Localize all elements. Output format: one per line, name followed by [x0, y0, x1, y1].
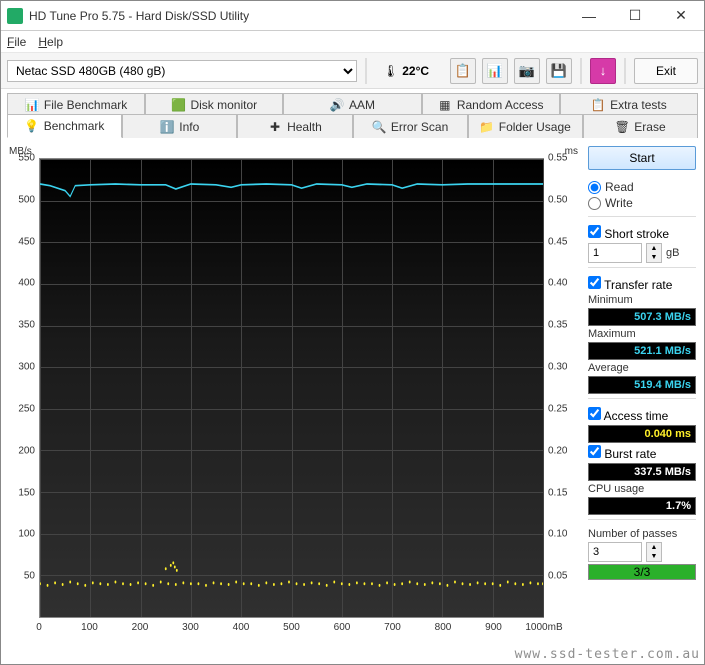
start-button[interactable]: Start: [588, 146, 696, 170]
copy-button[interactable]: 📋: [450, 58, 476, 84]
erase-icon: 🗑: [615, 120, 629, 134]
benchmark-chart: MB/s ms 50100150200250300350400450500550…: [9, 146, 578, 636]
exit-button[interactable]: Exit: [634, 58, 698, 84]
error-scan-icon: 🔍: [372, 120, 386, 134]
plot-area: [39, 158, 544, 618]
info-icon: ℹ️: [160, 120, 174, 134]
maximize-button[interactable]: ☐: [612, 1, 658, 31]
screenshot-button[interactable]: 📷: [514, 58, 540, 84]
passes-stepper[interactable]: ▲▼: [646, 542, 662, 562]
chart-column: MB/s ms 50100150200250300350400450500550…: [9, 146, 578, 636]
minimize-button[interactable]: —: [566, 1, 612, 31]
tab-erase[interactable]: 🗑Erase: [583, 114, 698, 138]
min-label: Minimum: [588, 294, 696, 306]
access-value: 0.040 ms: [588, 425, 696, 443]
tab-benchmark[interactable]: 💡Benchmark: [7, 114, 122, 138]
random-access-icon: ▦: [438, 98, 452, 112]
short-stroke-stepper[interactable]: ▲▼: [646, 243, 662, 263]
extra-tests-icon: 📋: [591, 98, 605, 112]
toolbar-separator: [580, 58, 582, 84]
read-radio[interactable]: Read: [588, 180, 696, 194]
burst-rate-check[interactable]: Burst rate: [588, 445, 696, 461]
menu-bar: File Help: [1, 31, 704, 53]
file-benchmark-icon: 📊: [25, 98, 39, 112]
tab-health[interactable]: ✚Health: [237, 114, 352, 138]
y-axis-right: 0.050.100.150.200.250.300.350.400.450.50…: [546, 158, 578, 618]
avg-label: Average: [588, 362, 696, 374]
tab-content: MB/s ms 50100150200250300350400450500550…: [1, 138, 704, 644]
burst-value: 337.5 MB/s: [588, 463, 696, 481]
window-title: HD Tune Pro 5.75 - Hard Disk/SSD Utility: [29, 9, 566, 23]
tab-random-access[interactable]: ▦Random Access: [422, 93, 560, 115]
passes-progress: 3/3: [588, 564, 696, 580]
menu-help[interactable]: Help: [38, 35, 63, 49]
passes-label: Number of passes: [588, 528, 696, 540]
drive-select[interactable]: Netac SSD 480GB (480 gB): [7, 60, 357, 82]
tab-file-benchmark[interactable]: 📊File Benchmark: [7, 93, 145, 115]
thermometer-icon: 🌡: [383, 64, 398, 78]
tab-folder-usage[interactable]: 📁Folder Usage: [468, 114, 583, 138]
tab-extra-tests[interactable]: 📋Extra tests: [560, 93, 698, 115]
disk-monitor-icon: 🟩: [171, 98, 185, 112]
transfer-rate-check[interactable]: Transfer rate: [588, 276, 696, 292]
aam-icon: 🔊: [330, 98, 344, 112]
avg-value: 519.4 MB/s: [588, 376, 696, 394]
side-panel: Start Read Write Short stroke ▲▼ gB Tran…: [588, 146, 696, 636]
short-stroke-check[interactable]: Short stroke: [588, 225, 696, 241]
cpu-label: CPU usage: [588, 483, 696, 495]
max-label: Maximum: [588, 328, 696, 340]
min-value: 507.3 MB/s: [588, 308, 696, 326]
tab-aam[interactable]: 🔊AAM: [283, 93, 421, 115]
temperature-display: 🌡 22°C: [383, 64, 429, 78]
max-value: 521.1 MB/s: [588, 342, 696, 360]
write-radio[interactable]: Write: [588, 196, 696, 210]
tabs: 📊File Benchmark🟩Disk monitor🔊AAM▦Random …: [1, 89, 704, 138]
menu-file[interactable]: File: [7, 35, 26, 49]
toolbar: Netac SSD 480GB (480 gB) 🌡 22°C 📋 📊 📷 💾 …: [1, 53, 704, 89]
temperature-value: 22°C: [402, 64, 429, 78]
health-icon: ✚: [268, 120, 282, 134]
access-time-check[interactable]: Access time: [588, 407, 696, 423]
toolbar-separator: [365, 58, 367, 84]
folder-usage-icon: 📁: [480, 120, 494, 134]
short-stroke-input[interactable]: [588, 243, 642, 263]
app-icon: [7, 8, 23, 24]
x-axis: 01002003004005006007008009001000mB: [39, 622, 544, 636]
tab-disk-monitor[interactable]: 🟩Disk monitor: [145, 93, 283, 115]
titlebar: HD Tune Pro 5.75 - Hard Disk/SSD Utility…: [1, 1, 704, 31]
passes-input[interactable]: [588, 542, 642, 562]
copy-chart-button[interactable]: 📊: [482, 58, 508, 84]
watermark: www.ssd-tester.com.au: [515, 647, 700, 662]
benchmark-icon: 💡: [25, 119, 39, 133]
tab-info[interactable]: ℹ️Info: [122, 114, 237, 138]
y-axis-left: 50100150200250300350400450500550: [9, 158, 37, 618]
close-button[interactable]: ✕: [658, 1, 704, 31]
cpu-value: 1.7%: [588, 497, 696, 515]
save-button[interactable]: 💾: [546, 58, 572, 84]
toolbar-separator: [624, 58, 626, 84]
tab-error-scan[interactable]: 🔍Error Scan: [353, 114, 468, 138]
action-button[interactable]: ↓: [590, 58, 616, 84]
